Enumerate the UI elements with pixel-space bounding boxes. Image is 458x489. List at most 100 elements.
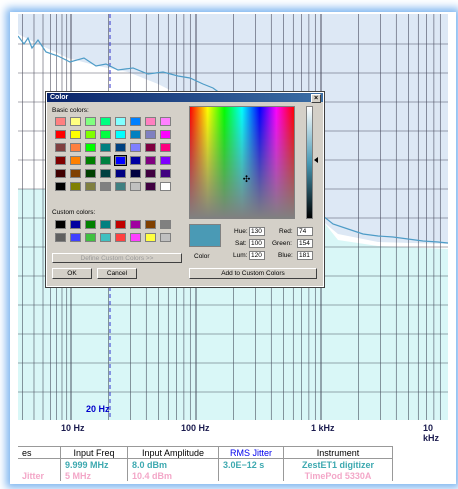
color-swatch[interactable] — [70, 169, 81, 178]
column-header[interactable]: Instrument — [283, 446, 393, 459]
table-header-row: es Input Freq Input Amplitude RMS Jitter… — [18, 446, 393, 459]
color-swatch[interactable] — [100, 169, 111, 178]
measurement-table: es Input Freq Input Amplitude RMS Jitter… — [18, 446, 448, 486]
color-swatch[interactable] — [160, 117, 171, 126]
color-swatch[interactable] — [70, 233, 81, 242]
color-swatch[interactable] — [100, 182, 111, 191]
luminance-arrow-icon[interactable] — [314, 157, 318, 163]
blue-field[interactable]: 181 — [297, 251, 313, 260]
table-cell — [218, 470, 284, 481]
ok-button[interactable]: OK — [52, 268, 92, 279]
color-swatch[interactable] — [145, 182, 156, 191]
color-swatch[interactable] — [70, 143, 81, 152]
color-swatch[interactable] — [100, 156, 111, 165]
table-cell: 3.0E−12 s — [218, 458, 284, 470]
color-swatch[interactable] — [85, 220, 96, 229]
color-swatch[interactable] — [115, 182, 126, 191]
color-swatch[interactable] — [160, 143, 171, 152]
color-swatch[interactable] — [85, 182, 96, 191]
dialog-title: Color — [50, 94, 69, 101]
color-swatch[interactable] — [70, 220, 81, 229]
x-tick-label: 10 kHz — [423, 423, 440, 443]
color-swatch[interactable] — [55, 156, 66, 165]
lum-field[interactable]: 120 — [249, 251, 265, 260]
color-swatch[interactable] — [115, 143, 126, 152]
color-swatch[interactable] — [145, 220, 156, 229]
color-swatch[interactable] — [100, 233, 111, 242]
color-swatch[interactable] — [55, 117, 66, 126]
color-swatch[interactable] — [115, 169, 126, 178]
color-swatch[interactable] — [115, 117, 126, 126]
column-header[interactable]: RMS Jitter — [218, 446, 284, 459]
color-swatch[interactable] — [100, 143, 111, 152]
color-spectrum-field[interactable]: ✣ — [189, 106, 295, 219]
blue-label: Blue: — [278, 252, 293, 259]
color-swatch[interactable] — [70, 156, 81, 165]
color-swatch[interactable] — [130, 182, 141, 191]
color-swatch[interactable] — [100, 130, 111, 139]
color-dialog[interactable]: Color × Basic colors: Custom colors: Def… — [45, 91, 325, 288]
color-swatch[interactable] — [130, 130, 141, 139]
color-swatch[interactable] — [85, 156, 96, 165]
color-swatch[interactable] — [85, 233, 96, 242]
lum-label: Lum: — [233, 252, 248, 259]
green-field[interactable]: 154 — [297, 239, 313, 248]
table-row[interactable]: Jitter 5 MHz 10.4 dBm TimePod 5330A — [18, 470, 393, 481]
table-cell: 5 MHz — [60, 470, 128, 481]
color-swatch[interactable] — [70, 130, 81, 139]
color-swatch[interactable] — [160, 182, 171, 191]
color-swatch[interactable] — [160, 220, 171, 229]
color-swatch[interactable] — [55, 143, 66, 152]
red-label: Red: — [279, 228, 293, 235]
color-swatch[interactable] — [145, 130, 156, 139]
color-swatch[interactable] — [100, 117, 111, 126]
color-swatch[interactable] — [130, 169, 141, 178]
sat-label: Sat: — [235, 240, 247, 247]
color-swatch[interactable] — [100, 220, 111, 229]
column-header[interactable]: Input Freq — [60, 446, 128, 459]
color-swatch[interactable] — [145, 117, 156, 126]
color-swatch[interactable] — [85, 143, 96, 152]
color-swatch[interactable] — [114, 155, 127, 166]
color-swatch[interactable] — [130, 143, 141, 152]
color-swatch[interactable] — [145, 156, 156, 165]
color-solid-label: Color — [194, 253, 210, 260]
hue-field[interactable]: 130 — [249, 227, 265, 236]
hue-label: Hue: — [234, 228, 248, 235]
luminance-slider[interactable] — [306, 106, 313, 219]
color-swatch[interactable] — [145, 143, 156, 152]
color-swatch[interactable] — [85, 169, 96, 178]
color-swatch[interactable] — [130, 233, 141, 242]
color-swatch[interactable] — [85, 117, 96, 126]
color-swatch[interactable] — [130, 117, 141, 126]
color-swatch[interactable] — [130, 156, 141, 165]
color-swatch[interactable] — [55, 220, 66, 229]
color-swatch[interactable] — [160, 169, 171, 178]
color-swatch[interactable] — [55, 182, 66, 191]
color-swatch[interactable] — [160, 130, 171, 139]
column-header[interactable]: es — [18, 446, 61, 459]
table-row[interactable]: 9.999 MHz 8.0 dBm 3.0E−12 s ZestET1 digi… — [18, 458, 393, 470]
red-field[interactable]: 74 — [297, 227, 313, 236]
close-button[interactable]: × — [311, 94, 321, 103]
add-to-custom-colors-button[interactable]: Add to Custom Colors — [189, 268, 317, 279]
column-header[interactable]: Input Amplitude — [127, 446, 219, 459]
color-swatch[interactable] — [160, 156, 171, 165]
color-swatch[interactable] — [115, 130, 126, 139]
cancel-button[interactable]: Cancel — [97, 268, 137, 279]
color-swatch[interactable] — [70, 182, 81, 191]
color-swatch[interactable] — [55, 169, 66, 178]
color-swatch[interactable] — [115, 233, 126, 242]
color-swatch[interactable] — [130, 220, 141, 229]
color-swatch[interactable] — [145, 169, 156, 178]
color-swatch[interactable] — [85, 130, 96, 139]
color-swatch[interactable] — [70, 117, 81, 126]
sat-field[interactable]: 100 — [249, 239, 265, 248]
define-custom-colors-button[interactable]: Define Custom Colors >> — [52, 253, 182, 263]
dialog-title-bar[interactable]: Color × — [47, 93, 323, 103]
color-swatch[interactable] — [115, 220, 126, 229]
color-swatch[interactable] — [160, 233, 171, 242]
color-swatch[interactable] — [55, 233, 66, 242]
color-swatch[interactable] — [55, 130, 66, 139]
color-swatch[interactable] — [145, 233, 156, 242]
